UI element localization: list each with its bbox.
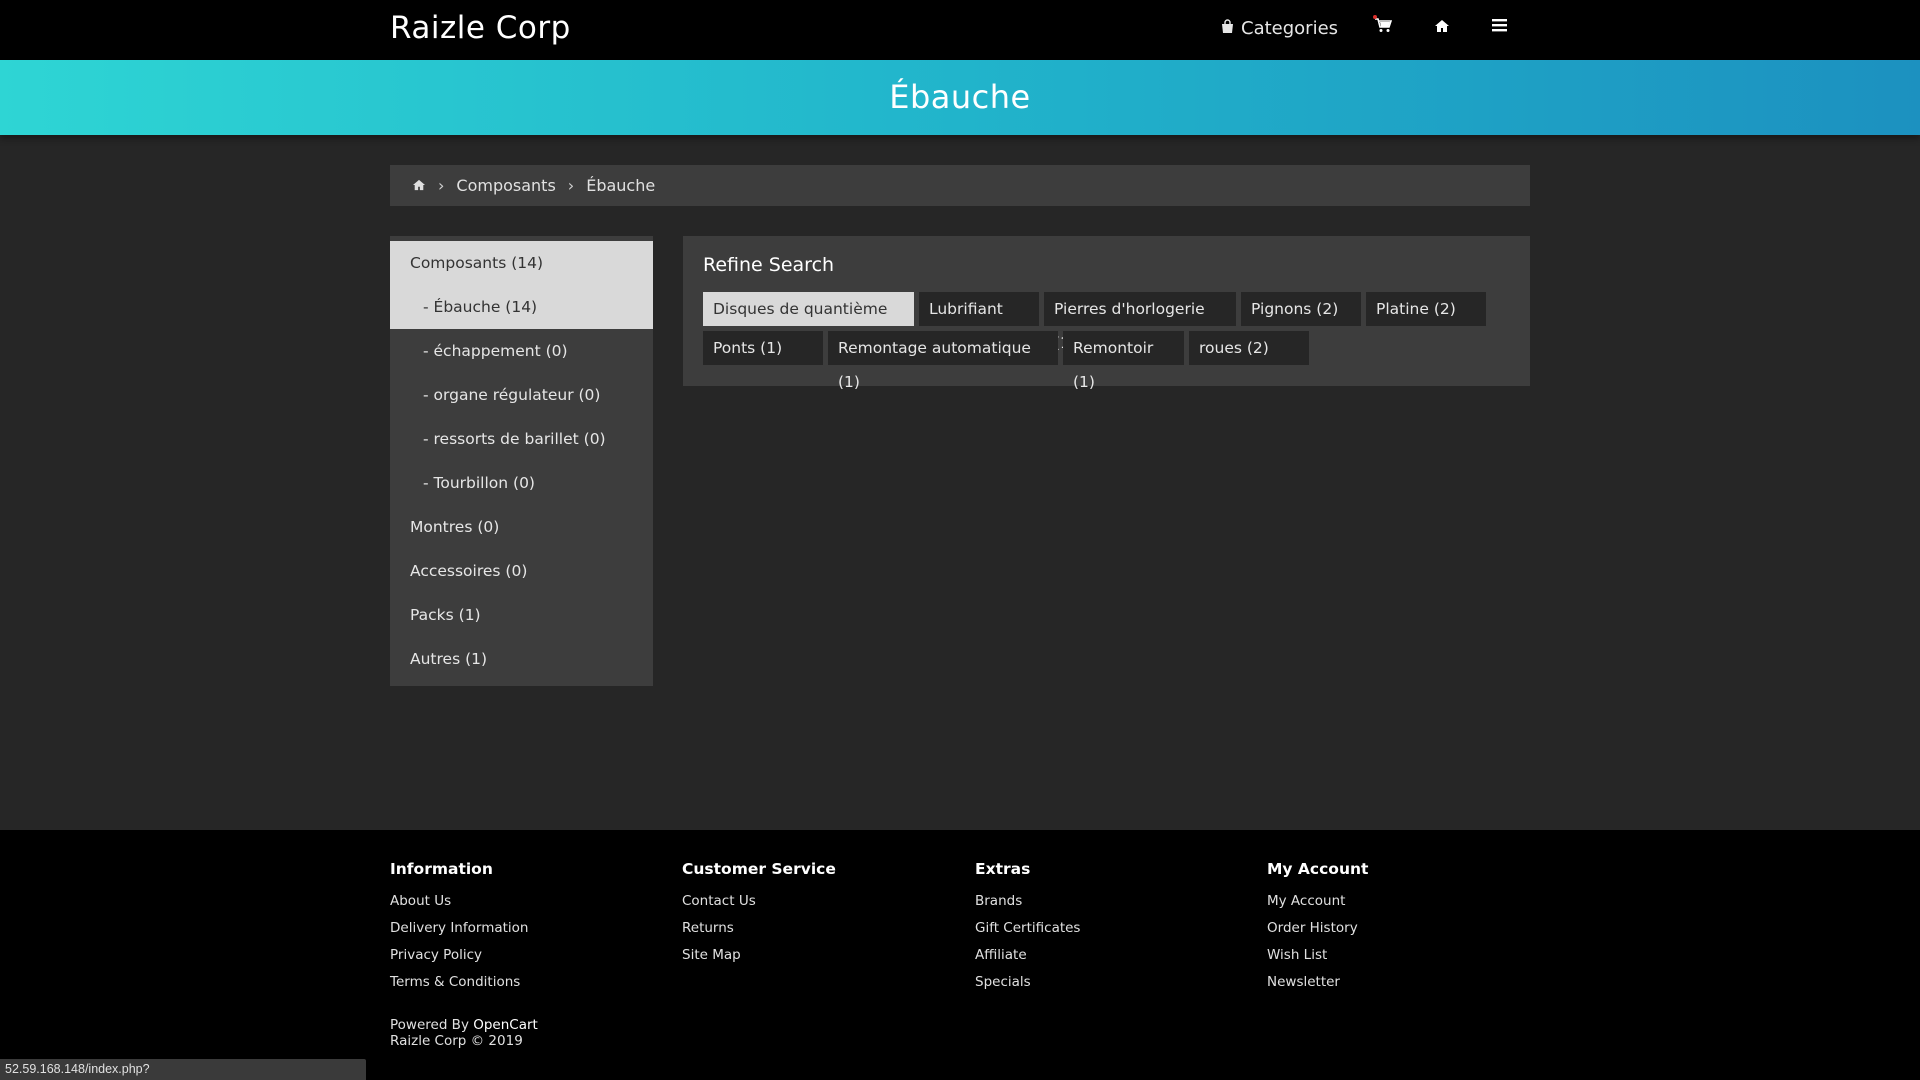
footer-heading: Information <box>390 860 493 878</box>
filter-disques-de-quantieme[interactable]: Disques de quantième (2) <box>703 292 914 352</box>
footer-link-returns[interactable]: Returns <box>682 915 962 942</box>
filter-pignons[interactable]: Pignons (2) <box>1241 292 1361 326</box>
copyright-text: Raizle Corp © 2019 <box>390 1033 523 1049</box>
home-button[interactable] <box>1434 18 1450 38</box>
footer-column-extras: Extras Brands Gift Certificates Affiliat… <box>975 860 1255 996</box>
sidebar-item-ebauche[interactable]: - Ébauche (14) <box>390 285 653 329</box>
cart-indicator-dot <box>1373 15 1377 19</box>
cart-icon <box>1375 18 1393 37</box>
footer-column-customer-service: Customer Service Contact Us Returns Site… <box>682 860 962 969</box>
home-icon <box>412 176 426 195</box>
powered-by-text: Powered By OpenCart Raizle Corp © 2019 <box>390 1017 538 1049</box>
refine-search-title: Refine Search <box>703 254 835 276</box>
breadcrumb-home-link[interactable] <box>412 176 426 195</box>
footer-link-affiliate[interactable]: Affiliate <box>975 942 1255 969</box>
footer-link-newsletter[interactable]: Newsletter <box>1267 969 1547 996</box>
footer-column-information: Information About Us Delivery Informatio… <box>390 860 670 996</box>
nav-menu: Categories <box>1220 0 1920 60</box>
footer-link-contact-us[interactable]: Contact Us <box>682 888 962 915</box>
cart-button[interactable] <box>1373 15 1393 37</box>
brand-logo[interactable]: Raizle Corp <box>390 10 571 46</box>
refine-filter-list: Disques de quantième (2) Lubrifiant (2) … <box>703 292 1523 391</box>
categories-button[interactable]: Categories <box>1220 18 1338 39</box>
sidebar-item-ressorts-de-barillet[interactable]: - ressorts de barillet (0) <box>390 417 653 461</box>
footer-link-site-map[interactable]: Site Map <box>682 942 962 969</box>
footer-link-gift-certificates[interactable]: Gift Certificates <box>975 915 1255 942</box>
filter-lubrifiant[interactable]: Lubrifiant (2) <box>919 292 1039 352</box>
sidebar-item-accessoires[interactable]: Accessoires (0) <box>390 549 653 593</box>
sidebar-item-montres[interactable]: Montres (0) <box>390 505 653 549</box>
filter-remontage-automatique[interactable]: Remontage automatique (1) <box>828 331 1058 391</box>
home-icon <box>1434 18 1450 38</box>
breadcrumb-item-ebauche[interactable]: Ébauche <box>586 176 655 195</box>
filter-ponts[interactable]: Ponts (1) <box>703 331 823 365</box>
filter-platine[interactable]: Platine (2) <box>1366 292 1486 326</box>
footer-link-my-account[interactable]: My Account <box>1267 888 1547 915</box>
footer-heading: My Account <box>1267 860 1369 878</box>
hamburger-menu-button[interactable] <box>1492 16 1507 37</box>
categories-label: Categories <box>1241 18 1339 39</box>
sidebar-item-autres[interactable]: Autres (1) <box>390 637 653 681</box>
breadcrumb-separator: › <box>567 176 575 195</box>
sidebar-item-tourbillon[interactable]: - Tourbillon (0) <box>390 461 653 505</box>
site-footer: Information About Us Delivery Informatio… <box>0 830 1920 1080</box>
footer-link-brands[interactable]: Brands <box>975 888 1255 915</box>
top-navbar: Raizle Corp Categories <box>0 0 1920 60</box>
sidebar-item-packs[interactable]: Packs (1) <box>390 593 653 637</box>
filter-remontoir[interactable]: Remontoir (1) <box>1063 331 1184 391</box>
opencart-link[interactable]: OpenCart <box>473 1017 538 1033</box>
filter-roues[interactable]: roues (2) <box>1189 331 1309 365</box>
breadcrumb-item-composants[interactable]: Composants <box>456 176 555 195</box>
footer-link-terms-conditions[interactable]: Terms & Conditions <box>390 969 670 996</box>
sidebar-item-echappement[interactable]: - échappement (0) <box>390 329 653 373</box>
footer-link-delivery-information[interactable]: Delivery Information <box>390 915 670 942</box>
powered-by-prefix: Powered By <box>390 1017 469 1033</box>
sidebar-item-organe-regulateur[interactable]: - organe régulateur (0) <box>390 373 653 417</box>
page-banner: Ébauche <box>0 60 1920 135</box>
footer-link-privacy-policy[interactable]: Privacy Policy <box>390 942 670 969</box>
shopping-bag-icon <box>1220 19 1235 38</box>
breadcrumb-separator: › <box>438 176 445 195</box>
footer-link-order-history[interactable]: Order History <box>1267 915 1547 942</box>
footer-link-wish-list[interactable]: Wish List <box>1267 942 1547 969</box>
footer-column-my-account: My Account My Account Order History Wish… <box>1267 860 1547 996</box>
page-title: Ébauche <box>889 78 1031 116</box>
sidebar-item-composants[interactable]: Composants (14) <box>390 241 653 285</box>
filter-pierres-d-horlogerie[interactable]: Pierres d'horlogerie (1) <box>1044 292 1236 352</box>
footer-link-specials[interactable]: Specials <box>975 969 1255 996</box>
refine-search-panel: Refine Search Disques de quantième (2) L… <box>683 236 1530 391</box>
hamburger-icon <box>1492 16 1507 37</box>
browser-status-url: 52.59.168.148/index.php?route=product/ca… <box>0 1059 366 1080</box>
footer-heading: Extras <box>975 860 1031 878</box>
footer-heading: Customer Service <box>682 860 836 878</box>
category-sidebar: Composants (14) - Ébauche (14) - échappe… <box>390 236 653 686</box>
breadcrumb: › Composants › Ébauche <box>390 165 1530 206</box>
footer-link-about-us[interactable]: About Us <box>390 888 670 915</box>
